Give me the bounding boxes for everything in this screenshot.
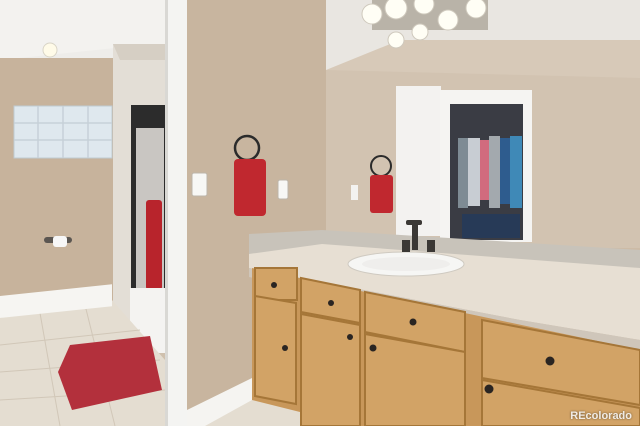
hanging-clothes bbox=[458, 136, 522, 238]
cabinet-door bbox=[254, 294, 297, 406]
recessed-light bbox=[42, 42, 58, 58]
back-wall bbox=[0, 58, 115, 313]
glass-block-window bbox=[13, 105, 113, 159]
toilet-paper bbox=[53, 236, 67, 247]
cabinet-door bbox=[300, 312, 361, 426]
door-trim bbox=[165, 0, 187, 426]
outlet bbox=[277, 179, 289, 200]
reflected-towel bbox=[370, 175, 393, 213]
light-switch bbox=[191, 172, 208, 197]
bathroom-photo bbox=[0, 0, 640, 426]
towel-in-shower bbox=[146, 200, 162, 290]
hand-towel bbox=[234, 159, 266, 216]
reflected-door bbox=[396, 86, 441, 236]
watermark: REcolorado bbox=[570, 410, 632, 422]
